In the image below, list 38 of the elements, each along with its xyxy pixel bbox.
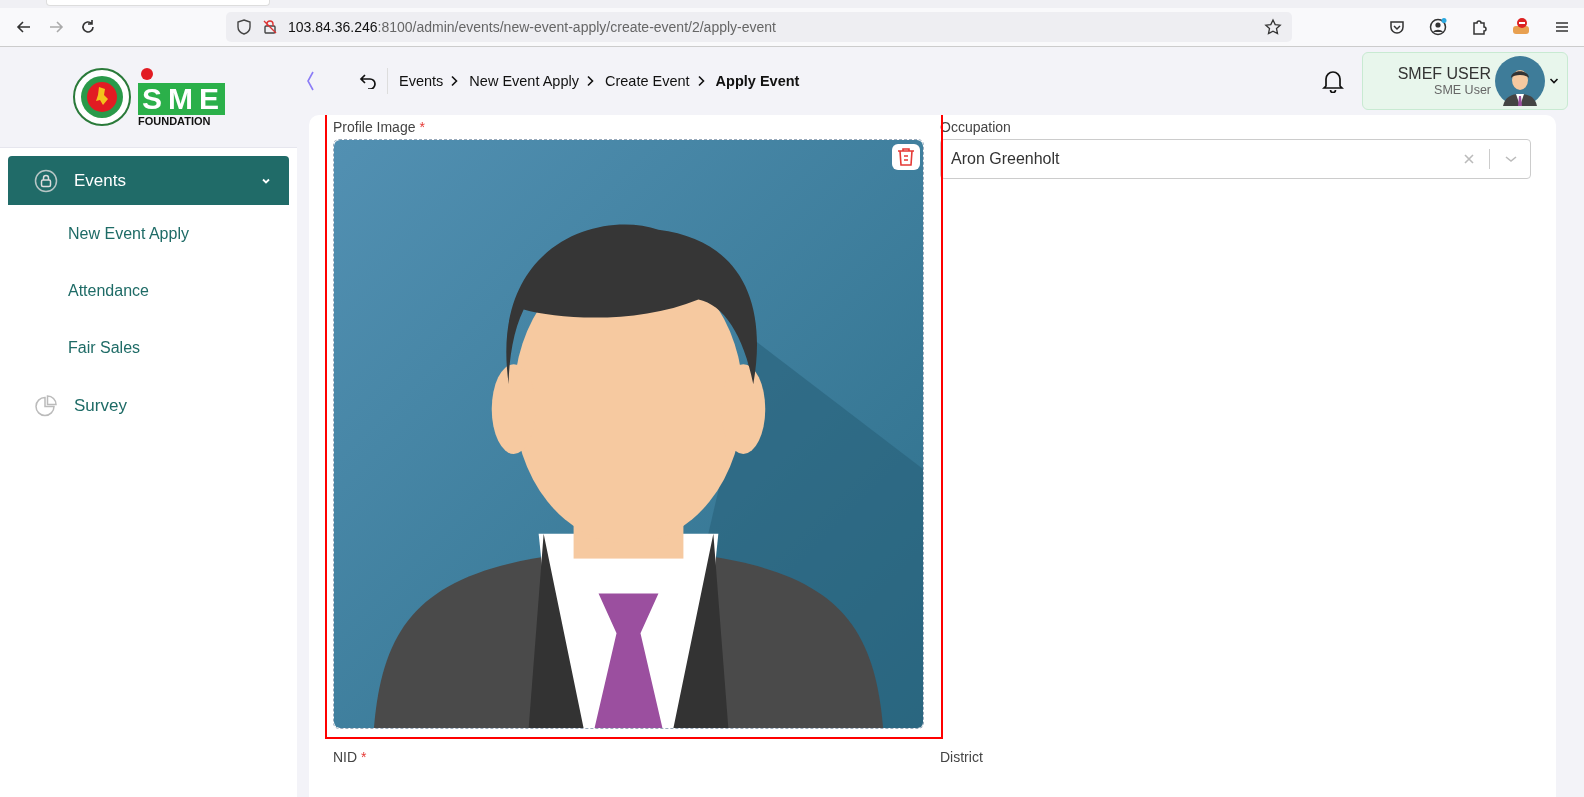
notification-bell-icon[interactable] [1322,69,1344,93]
reload-icon[interactable] [79,18,97,36]
pocket-icon[interactable] [1388,18,1406,36]
extension-icon[interactable] [1510,17,1532,37]
chevron-right-icon [585,75,594,87]
breadcrumb-link[interactable]: Apply Event [715,73,800,89]
field-label: Profile Image * [333,119,426,135]
pie-chart-icon [34,394,58,418]
field-label: District [940,749,984,765]
breadcrumb-link[interactable]: Events [399,73,444,89]
url-text: 103.84.36.246:8100/admin/events/new-event-apply/create-event/2/apply-event [288,19,777,35]
chevron-right-icon [450,75,459,87]
chevron-right-icon [696,75,705,87]
caret-icon [1549,77,1559,85]
sidebar-subitem[interactable]: Attendance [8,262,289,319]
sidebar-item[interactable]: Events [8,156,289,205]
sidebar-subitem[interactable]: Fair Sales [8,319,289,376]
menu-icon[interactable] [1554,19,1570,35]
bookmark-star-icon[interactable] [1264,18,1282,36]
sidebar-subitem[interactable]: New Event Apply [8,205,289,262]
logo-caption: FOUNDATION [138,114,211,127]
lock-icon [34,168,58,193]
delete-button[interactable] [892,144,920,170]
logo-wordmark: SME [138,67,225,115]
account-icon[interactable] [1428,17,1448,37]
breadcrumb-link[interactable]: Create Event [604,73,690,89]
sidebar-item[interactable]: Survey [8,376,289,436]
undo-arrow-icon[interactable] [359,73,377,89]
user-menu[interactable]: SMEF USER SME User [1362,52,1568,110]
breadcrumb-link[interactable]: New Event Apply [469,73,579,89]
emblem-icon [72,67,132,127]
puzzle-icon[interactable] [1470,18,1488,36]
avatar-icon [1495,56,1545,106]
address-bar[interactable]: 103.84.36.246:8100/admin/events/new-event-apply/create-event/2/apply-event [226,12,1292,42]
insecure-lock-icon[interactable] [262,19,278,35]
collapse-sidebar-icon[interactable] [305,70,315,92]
field-label: NID * [333,749,368,765]
shield-icon[interactable] [236,19,252,35]
